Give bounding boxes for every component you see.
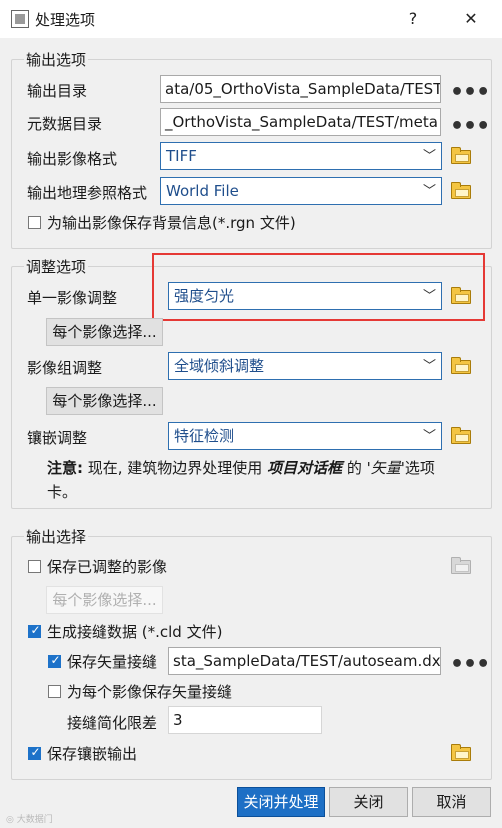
browse-dots-icon[interactable]: •••: [450, 82, 490, 104]
per-image-select-button[interactable]: 每个影像选择...: [46, 387, 163, 415]
chevron-down-icon: ﹀: [422, 359, 436, 374]
chevron-down-icon: ﹀: [422, 149, 436, 164]
folder-icon: [451, 557, 471, 574]
output-options-label: 输出选项: [24, 49, 89, 70]
single-adjust-value: 强度匀光: [174, 287, 235, 305]
per-image-vector-checkbox[interactable]: [48, 685, 61, 698]
georef-format-value: World File: [166, 182, 239, 200]
per-image-select-button[interactable]: 每个影像选择...: [46, 318, 163, 346]
save-mosaic-checkbox[interactable]: [28, 745, 42, 760]
save-bg-checkbox[interactable]: [28, 216, 41, 229]
save-bg-label: 为输出影像保存背景信息(*.rgn 文件): [47, 214, 296, 232]
image-format-value: TIFF: [166, 147, 197, 165]
folder-icon[interactable]: [451, 744, 471, 761]
close-button[interactable]: 关闭: [329, 787, 408, 817]
georef-format-select[interactable]: World File ﹀: [160, 177, 442, 205]
image-format-label: 输出影像格式: [27, 150, 118, 168]
per-image-vector-label: 为每个影像保存矢量接缝: [67, 683, 233, 701]
image-format-select[interactable]: TIFF ﹀: [160, 142, 442, 170]
save-mosaic-label: 保存镶嵌输出: [47, 745, 138, 763]
group-adjust-value: 全域倾斜调整: [174, 357, 265, 375]
save-vector-label: 保存矢量接缝: [67, 653, 158, 671]
note-prefix: 注意:: [47, 459, 83, 477]
note-suffix: '选项: [400, 459, 435, 477]
output-dir-label: 输出目录: [27, 82, 88, 100]
folder-icon[interactable]: [451, 147, 471, 164]
per-image-select-button: 每个影像选择...: [46, 586, 163, 614]
folder-icon[interactable]: [451, 427, 471, 444]
browse-dots-icon[interactable]: •••: [450, 116, 490, 138]
single-adjust-select[interactable]: 强度匀光 ﹀: [168, 282, 442, 310]
cancel-button[interactable]: 取消: [412, 787, 491, 817]
note-mid: 现在, 建筑物边界处理使用: [83, 459, 268, 477]
gen-seam-checkbox[interactable]: [28, 623, 42, 638]
georef-format-label: 输出地理参照格式: [27, 184, 148, 202]
folder-icon[interactable]: [451, 287, 471, 304]
metadata-dir-field[interactable]: _OrthoVista_SampleData/TEST/meta: [160, 108, 441, 136]
chevron-down-icon: ﹀: [422, 184, 436, 199]
save-adjusted-label: 保存已调整的影像: [47, 558, 168, 576]
mosaic-adjust-select[interactable]: 特征检测 ﹀: [168, 422, 442, 450]
window-title: 处理选项: [35, 11, 96, 29]
save-vector-checkbox[interactable]: [48, 653, 62, 668]
gen-seam-label: 生成接缝数据 (*.cld 文件): [47, 623, 223, 641]
folder-icon[interactable]: [451, 182, 471, 199]
browse-dots-icon[interactable]: •••: [450, 654, 490, 676]
output-select-label: 输出选择: [24, 526, 89, 547]
close-and-process-button[interactable]: 关闭并处理: [237, 787, 325, 817]
note-em: 项目对话框: [267, 459, 343, 477]
help-button[interactable]: ?: [398, 6, 428, 32]
close-icon[interactable]: ✕: [456, 6, 486, 32]
group-adjust-label: 影像组调整: [27, 359, 103, 377]
group-adjust-select[interactable]: 全域倾斜调整 ﹀: [168, 352, 442, 380]
output-dir-field[interactable]: ata/05_OrthoVista_SampleData/TEST: [160, 75, 441, 103]
app-icon: [11, 10, 29, 28]
simplify-label: 接缝简化限差: [67, 714, 158, 732]
save-vector-field[interactable]: sta_SampleData/TEST/autoseam.dxf: [168, 647, 441, 675]
simplify-input[interactable]: 3: [168, 706, 322, 734]
metadata-dir-label: 元数据目录: [27, 115, 103, 133]
chevron-down-icon: ﹀: [422, 289, 436, 304]
folder-icon[interactable]: [451, 357, 471, 374]
watermark: ◎ 大数据门: [6, 815, 53, 825]
note-text: 注意: 现在, 建筑物边界处理使用 项目对话框 的 '矢量'选项 卡。: [47, 456, 487, 504]
single-adjust-label: 单一影像调整: [27, 289, 118, 307]
note-de: 的 ': [342, 459, 371, 477]
note-vector: 矢量: [370, 459, 401, 477]
adjust-options-label: 调整选项: [24, 256, 89, 277]
mosaic-adjust-label: 镶嵌调整: [27, 429, 88, 447]
mosaic-adjust-value: 特征检测: [174, 427, 235, 445]
chevron-down-icon: ﹀: [422, 429, 436, 444]
save-adjusted-checkbox[interactable]: [28, 560, 41, 573]
note-line2: 卡。: [47, 483, 78, 501]
